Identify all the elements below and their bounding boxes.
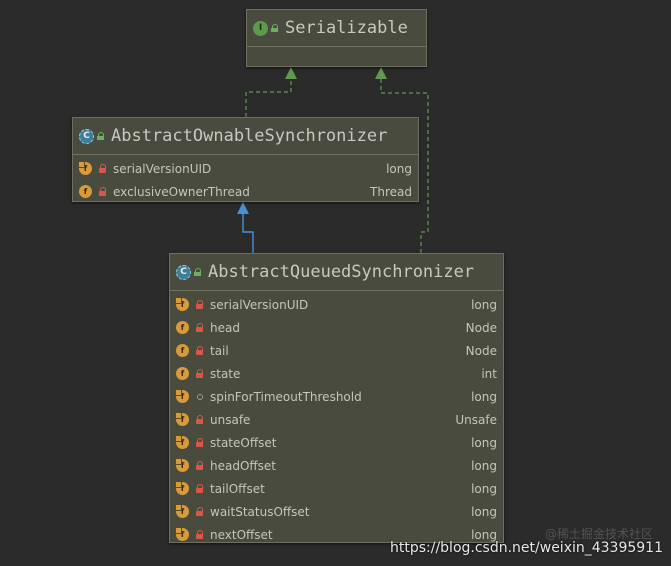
static-field-icon: f: [175, 389, 189, 403]
field-name: spinForTimeoutThreshold: [210, 389, 362, 404]
private-lock-icon: [98, 186, 107, 197]
field-type: long: [471, 481, 497, 496]
field-icon: f: [176, 367, 189, 380]
static-field-icon: f: [175, 527, 189, 541]
field-row[interactable]: f waitStatusOffset long: [170, 500, 503, 523]
field-type: long: [471, 504, 497, 519]
node-serializable[interactable]: I Serializable: [246, 9, 427, 67]
private-lock-icon: [195, 322, 204, 333]
node-title: AbstractOwnableSynchronizer: [111, 126, 388, 146]
static-field-icon: f: [175, 297, 189, 311]
field-row[interactable]: f spinForTimeoutThreshold long: [170, 385, 503, 408]
field-name: tailOffset: [210, 481, 265, 496]
field-type: long: [471, 458, 497, 473]
static-field-icon: f: [175, 458, 189, 472]
field-name: tail: [210, 343, 229, 358]
node-header: C AbstractOwnableSynchronizer: [73, 118, 418, 155]
field-list: f serialVersionUID long f exclusiveOwnerThre…: [73, 155, 418, 205]
private-lock-icon: [195, 414, 204, 425]
field-name: headOffset: [210, 458, 277, 473]
field-row[interactable]: f headOffset long: [170, 454, 503, 477]
static-field-icon: f: [175, 412, 189, 426]
abstract-class-icon: C: [79, 128, 94, 144]
field-type: long: [471, 297, 497, 312]
private-lock-icon: [195, 506, 204, 517]
field-row[interactable]: f stateOffset long: [170, 431, 503, 454]
public-lock-icon: [271, 24, 279, 32]
private-lock-icon: [195, 437, 204, 448]
private-lock-icon: [195, 529, 204, 540]
field-name: waitStatusOffset: [210, 504, 310, 519]
private-lock-icon: [195, 368, 204, 379]
field-type: long: [471, 435, 497, 450]
field-name: stateOffset: [210, 435, 277, 450]
private-lock-icon: [195, 460, 204, 471]
field-row[interactable]: f serialVersionUID long: [170, 293, 503, 316]
field-icon: f: [176, 344, 189, 357]
node-title: Serializable: [285, 18, 408, 38]
static-field-icon: f: [175, 504, 189, 518]
field-name: unsafe: [210, 412, 251, 427]
field-list: f serialVersionUID long f head Node f tail Node f…: [170, 291, 503, 548]
field-name: serialVersionUID: [210, 297, 309, 312]
field-row[interactable]: f head Node: [170, 316, 503, 339]
public-lock-icon: [97, 132, 105, 140]
node-title: AbstractQueuedSynchronizer: [208, 262, 475, 282]
field-row[interactable]: f exclusiveOwnerThread Thread: [73, 180, 418, 203]
private-lock-icon: [195, 299, 204, 310]
realization-edge-aos-serializable: [245, 78, 292, 117]
field-row[interactable]: f tail Node: [170, 339, 503, 362]
interface-icon: I: [253, 20, 268, 36]
public-lock-icon: [194, 268, 202, 276]
field-name: head: [210, 320, 240, 335]
node-empty-body: [247, 47, 426, 75]
private-lock-icon: [98, 163, 107, 174]
field-row[interactable]: f unsafe Unsafe: [170, 408, 503, 431]
field-name: serialVersionUID: [113, 161, 212, 176]
private-lock-icon: [195, 345, 204, 356]
watermark-url: https://blog.csdn.net/weixin_43395911: [389, 540, 663, 556]
field-type: long: [386, 161, 412, 176]
field-type: long: [471, 389, 497, 404]
static-field-icon: f: [175, 435, 189, 449]
field-name: exclusiveOwnerThread: [113, 184, 250, 199]
node-abstract-queued-synchronizer[interactable]: C AbstractQueuedSynchronizer f serialVers…: [169, 253, 504, 543]
field-type: Node: [465, 320, 497, 335]
field-row[interactable]: f tailOffset long: [170, 477, 503, 500]
field-row[interactable]: f serialVersionUID long: [73, 157, 418, 180]
field-name: state: [210, 366, 241, 381]
static-field-icon: f: [78, 161, 92, 175]
field-type: int: [481, 366, 497, 381]
node-header: C AbstractQueuedSynchronizer: [170, 254, 503, 291]
node-abstract-ownable-synchronizer[interactable]: C AbstractOwnableSynchronizer f serialVer…: [72, 117, 419, 202]
field-type: Unsafe: [455, 412, 497, 427]
node-header: I Serializable: [247, 10, 426, 47]
field-row[interactable]: f state int: [170, 362, 503, 385]
private-lock-icon: [195, 483, 204, 494]
field-type: Thread: [370, 184, 412, 199]
package-private-icon: [195, 392, 204, 402]
field-icon: f: [79, 185, 92, 198]
static-field-icon: f: [175, 481, 189, 495]
field-type: Node: [465, 343, 497, 358]
generalization-edge-aqs-aos: [242, 213, 254, 253]
field-icon: f: [176, 321, 189, 334]
abstract-class-icon: C: [176, 264, 191, 280]
